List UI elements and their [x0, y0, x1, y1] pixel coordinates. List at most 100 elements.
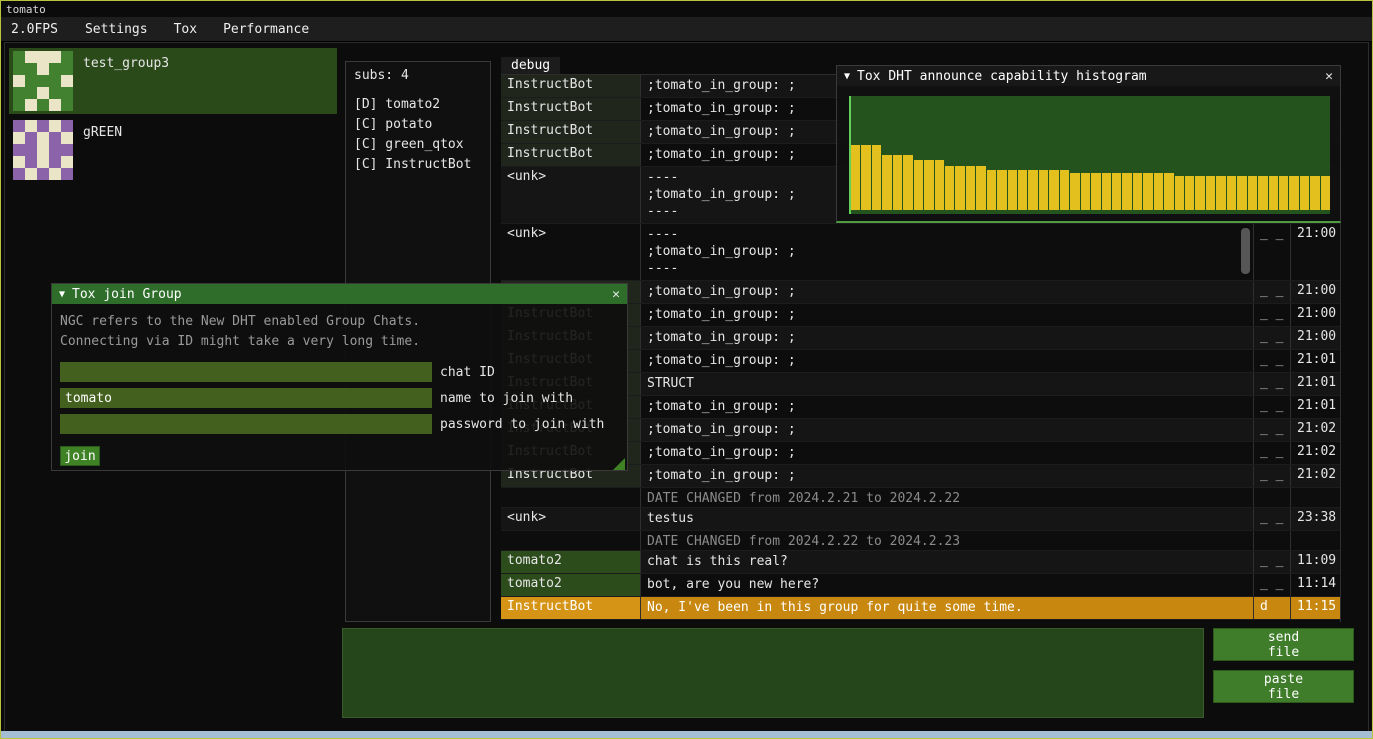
chat-message-row[interactable]: <unk>testus_ _23:38	[501, 508, 1340, 531]
message-text: bot, are you new here?	[641, 574, 1253, 596]
message-delivery-flags: d	[1253, 597, 1291, 619]
avatar-cell	[49, 168, 61, 180]
avatar-cell	[37, 63, 49, 75]
menu-items: SettingsToxPerformance	[72, 17, 322, 41]
avatar-cell	[37, 168, 49, 180]
message-author: tomato2	[501, 574, 641, 596]
join-button[interactable]: join	[60, 446, 100, 466]
message-timestamp: 21:01	[1291, 373, 1340, 395]
avatar-cell	[25, 120, 37, 132]
avatar-cell	[61, 63, 73, 75]
message-line: testus	[647, 510, 1247, 527]
message-author: InstructBot	[501, 597, 641, 619]
message-author: <unk>	[501, 167, 641, 223]
message-text: ;tomato_in_group: ;	[641, 304, 1253, 326]
message-line: ;tomato_in_group: ;	[647, 243, 1247, 260]
message-timestamp: 23:38	[1291, 508, 1340, 530]
chat-id-input[interactable]	[60, 362, 432, 382]
menu-item-performance[interactable]: Performance	[210, 17, 322, 41]
message-timestamp: 21:00	[1291, 281, 1340, 303]
chat-scrollbar-thumb[interactable]	[1241, 228, 1250, 274]
members-list: [D] tomato2[C] potato[C] green_qtox[C] I…	[354, 95, 490, 175]
member-item[interactable]: [C] green_qtox	[354, 135, 490, 155]
histogram-bar	[976, 166, 985, 210]
message-author: InstructBot	[501, 144, 641, 166]
dht-histogram-titlebar[interactable]: ▼ Tox DHT announce capability histogram …	[837, 66, 1340, 86]
message-timestamp: 21:01	[1291, 396, 1340, 418]
join-password-input[interactable]	[60, 414, 432, 434]
message-author: <unk>	[501, 224, 641, 280]
histogram-bar	[851, 145, 860, 210]
message-line: DATE CHANGED from 2024.2.21 to 2024.2.22	[647, 490, 1247, 507]
histogram-bar	[924, 160, 933, 210]
collapse-arrow-icon[interactable]: ▼	[59, 289, 65, 300]
chat-id-row: chat ID	[60, 362, 619, 382]
histogram-bar	[1195, 176, 1204, 210]
send-file-label-line1: send	[1214, 630, 1353, 645]
avatar-cell	[13, 132, 25, 144]
fps-counter: 2.0FPS	[1, 22, 72, 37]
message-input[interactable]	[342, 628, 1204, 718]
message-line: chat is this real?	[647, 553, 1247, 570]
avatar-cell	[37, 120, 49, 132]
message-text: STRUCT	[641, 373, 1253, 395]
avatar-cell	[13, 156, 25, 168]
join-info-line2: Connecting via ID might take a very long…	[60, 332, 619, 352]
join-group-body: NGC refers to the New DHT enabled Group …	[52, 304, 627, 472]
join-name-input[interactable]	[60, 388, 432, 408]
message-delivery-flags: _ _	[1253, 508, 1291, 530]
avatar-cell	[61, 51, 73, 63]
member-item[interactable]: [C] InstructBot	[354, 155, 490, 175]
chat-id-label: chat ID	[440, 365, 495, 380]
tab-debug[interactable]: debug	[501, 57, 560, 74]
collapse-arrow-icon[interactable]: ▼	[844, 71, 850, 82]
message-line: ;tomato_in_group: ;	[647, 398, 1247, 415]
histogram-bar	[997, 170, 1006, 210]
histogram-bar	[1258, 176, 1267, 210]
histogram-bar	[1185, 176, 1194, 210]
send-file-button[interactable]: send file	[1213, 628, 1354, 661]
message-timestamp: 21:00	[1291, 224, 1340, 280]
avatar-cell	[25, 75, 37, 87]
avatar-cell	[13, 87, 25, 99]
menu-item-settings[interactable]: Settings	[72, 17, 161, 41]
chat-message-row[interactable]: tomato2bot, are you new here?_ _11:14	[501, 574, 1340, 597]
paste-file-button[interactable]: paste file	[1213, 670, 1354, 703]
join-group-titlebar[interactable]: ▼ Tox join Group ✕	[52, 284, 627, 304]
join-group-close-button[interactable]: ✕	[612, 287, 620, 302]
message-delivery-flags: _ _	[1253, 465, 1291, 487]
member-item[interactable]: [D] tomato2	[354, 95, 490, 115]
dht-capability-histogram-plot[interactable]	[849, 96, 1330, 214]
avatar-cell	[37, 75, 49, 87]
menu-item-tox[interactable]: Tox	[161, 17, 210, 41]
message-author: InstructBot	[501, 98, 641, 120]
message-text: ;tomato_in_group: ;	[641, 327, 1253, 349]
avatar-cell	[25, 51, 37, 63]
histogram-bar	[1122, 173, 1131, 210]
histogram-bar	[1216, 176, 1225, 210]
sidebar-group-test_group3[interactable]: test_group3	[9, 48, 337, 114]
chat-message-row[interactable]: InstructBot No, I've been in this group f…	[501, 597, 1340, 620]
member-item[interactable]: [C] potato	[354, 115, 490, 135]
message-text: No, I've been in this group for quite so…	[641, 597, 1253, 619]
avatar-cell	[49, 99, 61, 111]
join-password-label: password to join with	[440, 417, 604, 432]
message-delivery-flags	[1253, 488, 1291, 507]
group-avatar-icon	[13, 120, 73, 180]
message-text: ;tomato_in_group: ;	[641, 465, 1253, 487]
histogram-bar	[955, 166, 964, 210]
chat-message-row[interactable]: <unk>----;tomato_in_group: ;----_ _21:00	[501, 224, 1340, 281]
message-line: No, I've been in this group for quite so…	[647, 599, 1247, 616]
avatar-cell	[49, 156, 61, 168]
system-message-text: DATE CHANGED from 2024.2.21 to 2024.2.22	[641, 488, 1253, 507]
avatar-cell	[25, 87, 37, 99]
message-delivery-flags: _ _	[1253, 327, 1291, 349]
os-titlebar[interactable]: tomato	[1, 1, 1372, 17]
histogram-bar	[1081, 173, 1090, 210]
dht-histogram-close-button[interactable]: ✕	[1325, 69, 1333, 84]
sidebar-group-gREEN[interactable]: gREEN	[9, 117, 337, 179]
histogram-bar	[1018, 170, 1027, 210]
chat-message-row[interactable]: tomato2chat is this real?_ _11:09	[501, 551, 1340, 574]
resize-grip-icon[interactable]	[613, 458, 625, 470]
message-author	[501, 531, 641, 550]
